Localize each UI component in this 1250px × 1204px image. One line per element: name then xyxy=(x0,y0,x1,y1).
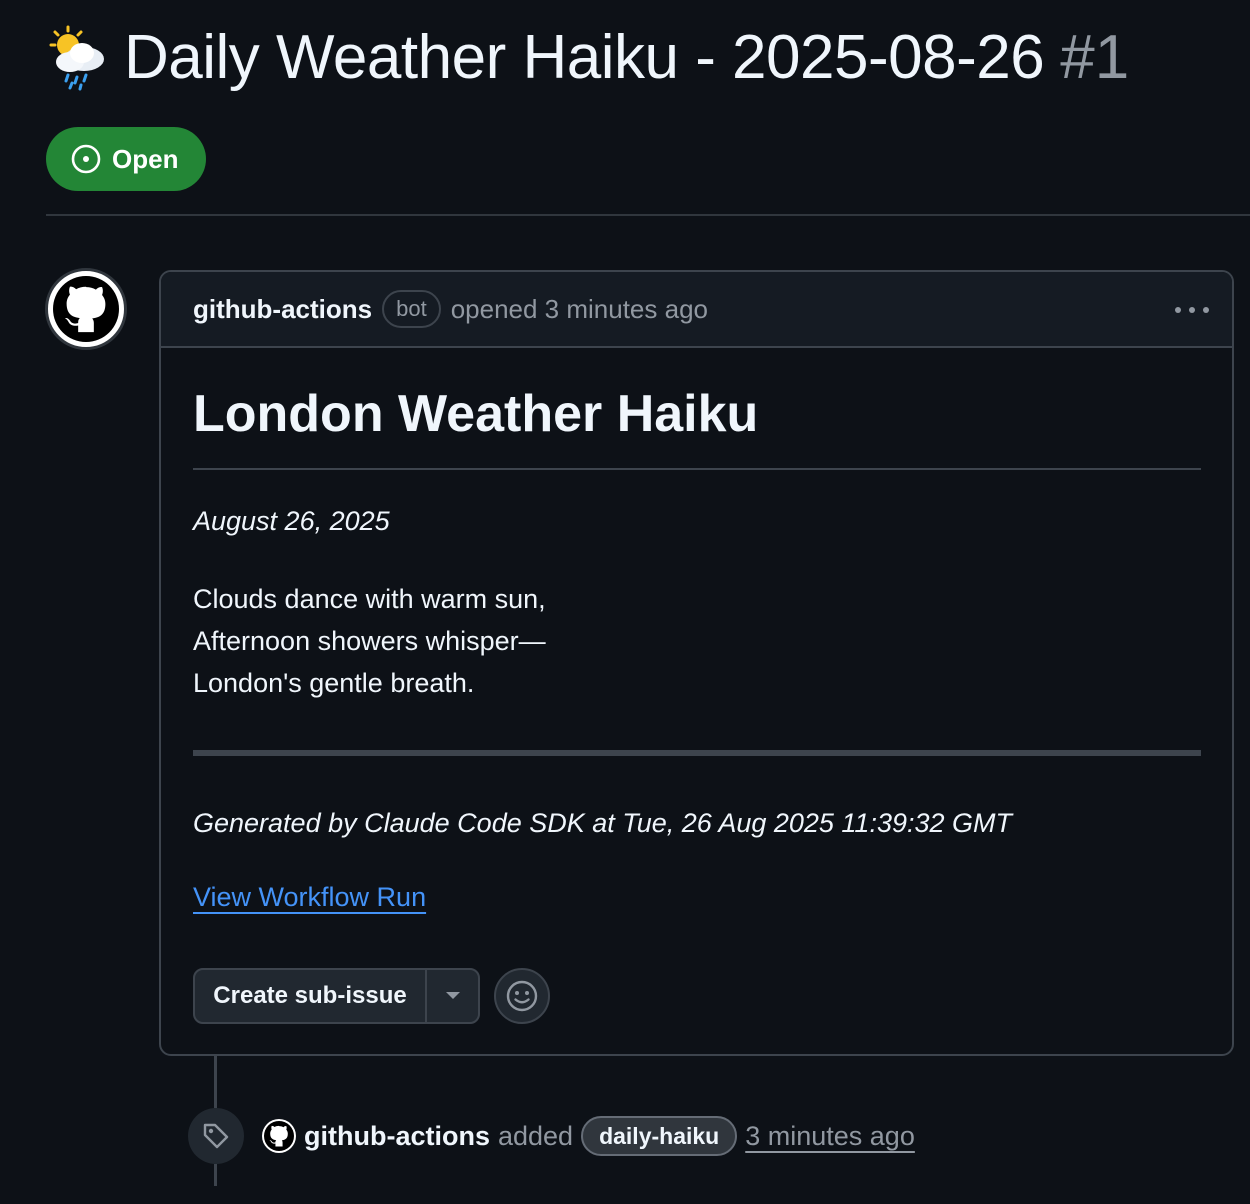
kebab-dot xyxy=(1189,307,1195,313)
haiku-line: London's gentle breath. xyxy=(193,668,475,698)
generated-note: Generated by Claude Code SDK at Tue, 26 … xyxy=(193,808,1013,838)
haiku-line: Afternoon showers whisper— xyxy=(193,626,546,656)
issue-state-label: Open xyxy=(112,143,179,174)
event-author[interactable]: github-actions xyxy=(304,1121,490,1152)
create-sub-issue-group: Create sub-issue xyxy=(193,968,480,1024)
timeline-connector xyxy=(214,1056,217,1108)
event-author-avatar[interactable] xyxy=(262,1119,296,1153)
view-workflow-run-link[interactable]: View Workflow Run xyxy=(193,882,426,913)
issue-comment: github-actions bot opened 3 minutes ago … xyxy=(159,270,1234,1056)
kebab-dot xyxy=(1175,307,1181,313)
kebab-dot xyxy=(1203,307,1209,313)
issue-title-row: Daily Weather Haiku - 2025-08-26 #1 xyxy=(46,22,1129,93)
author-avatar[interactable] xyxy=(45,268,127,350)
issue-title: Daily Weather Haiku - 2025-08-26 xyxy=(124,23,1045,92)
triangle-down-icon xyxy=(445,992,460,999)
comment-author[interactable]: github-actions xyxy=(193,294,372,325)
smiley-icon xyxy=(506,980,538,1012)
issue-opened-icon xyxy=(71,144,101,174)
header-divider xyxy=(46,214,1250,216)
issue-state-badge: Open xyxy=(46,127,206,191)
issue-number: #1 xyxy=(1060,23,1130,92)
comment-opened-time: opened 3 minutes ago xyxy=(450,293,708,324)
event-action: added xyxy=(497,1120,574,1151)
create-sub-issue-button[interactable]: Create sub-issue xyxy=(195,970,427,1022)
bot-badge: bot xyxy=(382,290,441,328)
timeline-connector xyxy=(214,1164,217,1186)
comment-body: London Weather Haiku August 26, 2025 Clo… xyxy=(193,382,1201,912)
heading-divider xyxy=(193,468,1201,470)
body-heading: London Weather Haiku xyxy=(193,385,759,443)
tag-icon-badge xyxy=(188,1108,244,1164)
github-mark-icon xyxy=(264,1121,294,1151)
comment-options-button[interactable] xyxy=(1172,296,1212,324)
comment-header: github-actions bot opened 3 minutes ago xyxy=(161,272,1232,348)
sub-issue-dropdown-button[interactable] xyxy=(427,970,478,1022)
sun-behind-rain-cloud-icon xyxy=(46,25,112,91)
timeline-label-event: github-actions added daily-haiku 3 minut… xyxy=(262,1114,915,1158)
issue-page: Daily Weather Haiku - 2025-08-26 #1 Open… xyxy=(0,0,1250,1204)
horizontal-rule xyxy=(193,750,1201,756)
label-daily-haiku[interactable]: daily-haiku xyxy=(581,1116,738,1156)
event-time-link[interactable]: 3 minutes ago xyxy=(745,1121,915,1152)
haiku-date: August 26, 2025 xyxy=(193,506,390,536)
haiku-line: Clouds dance with warm sun, xyxy=(193,584,546,614)
tag-icon xyxy=(203,1123,229,1149)
add-reaction-button[interactable] xyxy=(494,968,550,1024)
haiku-text: Clouds dance with warm sun, Afternoon sh… xyxy=(193,578,546,704)
github-mark-icon xyxy=(53,276,119,342)
